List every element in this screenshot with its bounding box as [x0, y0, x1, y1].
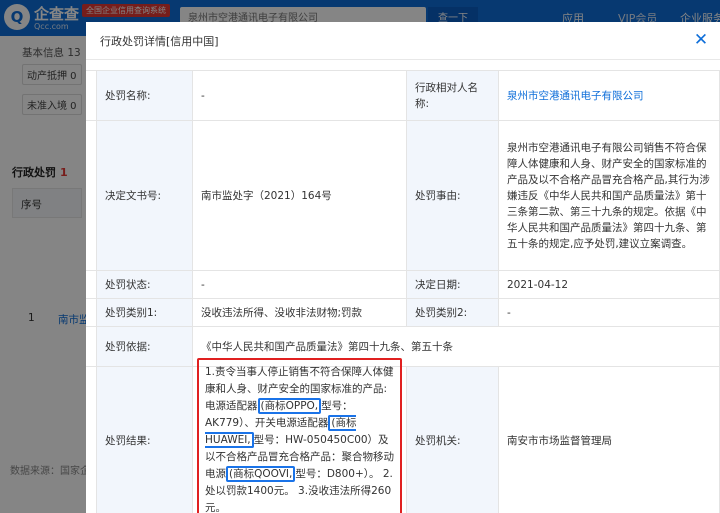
result-highlight-box: 1.责令当事人停止销售不符合保障人体健康和人身、财产安全的国家标准的产品:电源适…: [197, 358, 402, 513]
label-counterpart: 行政相对人名称:: [406, 71, 498, 120]
modal-title: 行政处罚详情[信用中国]: [100, 35, 219, 48]
label-basis: 处罚依据:: [96, 327, 192, 366]
table-row: 处罚状态: - 决定日期: 2021-04-12: [86, 271, 720, 299]
label-status: 处罚状态:: [96, 271, 192, 298]
result-trademark-oppo: (商标OPPO,: [257, 398, 322, 414]
value-decision-date: 2021-04-12: [498, 271, 720, 298]
table-row: 决定文书号: 南市监处字（2021）164号 处罚事由: 泉州市空港通讯电子有限…: [86, 121, 720, 271]
table-row: 处罚类别1: 没收违法所得、没收非法财物;罚款 处罚类别2: -: [86, 299, 720, 327]
label-penalty-name: 处罚名称:: [96, 71, 192, 120]
value-status: -: [192, 271, 406, 298]
table-row: 处罚名称: - 行政相对人名称: 泉州市空港通讯电子有限公司: [86, 71, 720, 121]
value-authority: 南安市市场监督管理局: [498, 367, 720, 513]
close-icon[interactable]: ✕: [690, 29, 712, 51]
label-doc-number: 决定文书号:: [96, 121, 192, 270]
label-result: 处罚结果:: [96, 367, 192, 513]
table-row: 处罚结果: 1.责令当事人停止销售不符合保障人体健康和人身、财产安全的国家标准的…: [86, 358, 720, 513]
modal-header: 行政处罚详情[信用中国] ✕: [86, 22, 720, 60]
detail-table: 处罚名称: - 行政相对人名称: 泉州市空港通讯电子有限公司 决定文书号: 南市…: [86, 70, 720, 513]
label-authority: 处罚机关:: [406, 367, 498, 513]
link-counterpart-company[interactable]: 泉州市空港通讯电子有限公司: [498, 71, 720, 120]
label-reason: 处罚事由:: [406, 121, 498, 270]
label-category-1: 处罚类别1:: [96, 299, 192, 326]
penalty-detail-modal: 行政处罚详情[信用中国] ✕ 处罚名称: - 行政相对人名称: 泉州市空港通讯电…: [86, 22, 720, 513]
value-category-1: 没收违法所得、没收非法财物;罚款: [192, 299, 406, 326]
label-decision-date: 决定日期:: [406, 271, 498, 298]
result-trademark-qoovi: (商标QOOVI,: [226, 466, 296, 482]
value-category-2: -: [498, 299, 720, 326]
table-row: 处罚依据: 《中华人民共和国产品质量法》第四十九条、第五十条: [86, 327, 720, 367]
value-doc-number: 南市监处字（2021）164号: [192, 121, 406, 270]
value-reason: 泉州市空港通讯电子有限公司销售不符合保障人体健康和人身、财产安全的国家标准的产品…: [498, 121, 720, 270]
label-category-2: 处罚类别2:: [406, 299, 498, 326]
value-penalty-name: -: [192, 71, 406, 120]
value-result-cell: 1.责令当事人停止销售不符合保障人体健康和人身、财产安全的国家标准的产品:电源适…: [192, 358, 406, 513]
